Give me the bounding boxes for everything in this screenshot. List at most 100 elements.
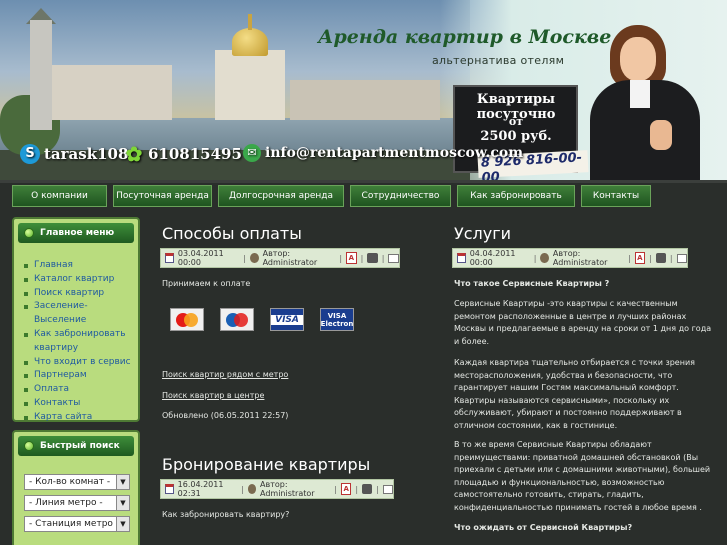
p3-line: конфиденциальностью принимать гостей в л… bbox=[454, 502, 702, 512]
skype-contact[interactable]: S tarask108 bbox=[20, 144, 128, 164]
visa-electron-visa: VISA bbox=[327, 311, 347, 320]
nav-daily-rent[interactable]: Посуточная аренда bbox=[113, 185, 212, 207]
thumbs-up-icon bbox=[650, 120, 672, 150]
article-author: Автор: Administrator bbox=[262, 249, 318, 267]
metro-station-select[interactable]: - Станиция метро - ▼ bbox=[24, 516, 130, 532]
woman-face bbox=[620, 37, 656, 81]
menu-item-search[interactable]: Поиск квартир bbox=[22, 287, 138, 301]
email-article-icon[interactable] bbox=[382, 484, 393, 494]
nav-how-to-book[interactable]: Как забронировать bbox=[457, 185, 575, 207]
sign-price: 2500 руб. bbox=[480, 129, 552, 144]
cathedral-dome bbox=[232, 28, 268, 56]
p2-line: месторасположения, удобства и безопаснос… bbox=[454, 370, 673, 380]
site-title: Аренда квартир в Москве bbox=[318, 26, 612, 48]
p3-line: самостоятельно готовить, стирать, гладит… bbox=[454, 490, 644, 499]
meta-separator: | bbox=[243, 253, 246, 263]
article-title-booking[interactable]: Бронирование квартиры bbox=[162, 455, 370, 474]
p3-line: приехали с детьми или с домашними животн… bbox=[454, 465, 711, 474]
menu-item-home[interactable]: Главная bbox=[22, 259, 138, 273]
calendar-icon bbox=[457, 253, 466, 263]
article-title-payment[interactable]: Способы оплаты bbox=[162, 224, 302, 243]
maestro-circles bbox=[226, 312, 248, 327]
site-subtitle: альтернатива отелям bbox=[432, 54, 565, 67]
menu-item-how-to-book[interactable]: Как забронировать квартиру bbox=[22, 328, 138, 356]
woman-collar bbox=[630, 80, 650, 108]
pdf-icon[interactable]: A bbox=[346, 252, 357, 264]
p3-line: площадью и функциональностью, возможност… bbox=[454, 477, 665, 487]
meta-separator: | bbox=[627, 253, 631, 263]
mastercard-logo bbox=[170, 308, 204, 331]
article-title-services[interactable]: Услуги bbox=[454, 224, 511, 243]
p2-line: Квартиры называются сервисными», посколь… bbox=[454, 395, 670, 405]
user-icon bbox=[247, 484, 256, 494]
menu-item-payment[interactable]: Оплата bbox=[22, 383, 138, 397]
quick-search-box: Быстрый поиск - Кол-во комнат - ▼ - Лини… bbox=[12, 430, 140, 545]
article-meta: 03.04.2011 00:00 | Автор: Administrator … bbox=[160, 248, 400, 268]
email-article-icon[interactable] bbox=[676, 253, 687, 263]
meta-separator: | bbox=[240, 484, 244, 494]
dropdown-arrow-icon: ▼ bbox=[116, 496, 129, 510]
services-paragraph-2: Каждая квартира тщательно отбирается с т… bbox=[454, 357, 695, 432]
email-address: info@rentapartmentmoscow.com bbox=[265, 145, 524, 161]
meta-separator: | bbox=[334, 484, 337, 494]
article-meta: 16.04.2011 02:31 | Автор: Administrator … bbox=[160, 479, 394, 499]
meta-separator: | bbox=[649, 253, 652, 263]
icq-contact[interactable]: ✿ 610815495 bbox=[124, 144, 242, 164]
p1-line: и более. bbox=[454, 336, 490, 346]
dropdown-arrow-icon: ▼ bbox=[116, 475, 129, 489]
user-icon bbox=[250, 253, 259, 263]
menu-item-partners[interactable]: Партнерам bbox=[22, 369, 138, 383]
skype-icon: S bbox=[20, 144, 40, 164]
metro-station-select-value: - Станиция метро - bbox=[29, 519, 120, 529]
main-menu-header: Главное меню bbox=[18, 223, 134, 243]
nav-about[interactable]: О компании bbox=[12, 185, 107, 207]
menu-item-checkin[interactable]: Заселение-Выселение bbox=[22, 300, 138, 328]
services-question-2: Что ожидать от Сервисной Квартиры? bbox=[454, 523, 633, 532]
meta-separator: | bbox=[381, 253, 385, 263]
nav-cooperation[interactable]: Сотрудничество bbox=[350, 185, 451, 207]
p3-line: В то же время Сервисные Квартиры обладаю… bbox=[454, 440, 652, 449]
visa-logo: VISA bbox=[270, 308, 304, 331]
rooms-select[interactable]: - Кол-во комнат - ▼ bbox=[24, 474, 130, 490]
nav-long-term-rent[interactable]: Долгосрочная аренда bbox=[218, 185, 344, 207]
meta-separator: | bbox=[533, 253, 537, 263]
building bbox=[290, 80, 440, 120]
article-author: Автор: Administrator bbox=[260, 480, 315, 498]
icq-flower-icon: ✿ bbox=[125, 142, 143, 166]
print-icon[interactable] bbox=[362, 484, 372, 494]
article-author: Автор: Administrator bbox=[552, 249, 608, 267]
tower bbox=[30, 20, 52, 130]
print-icon[interactable] bbox=[655, 253, 666, 263]
email-contact[interactable]: ✉ info@rentapartmentmoscow.com bbox=[243, 144, 523, 162]
link-center-search[interactable]: Поиск квартир в центре bbox=[162, 391, 264, 400]
p1-line: ремонтом расположенные в центре и лучших… bbox=[454, 311, 687, 321]
p2-line: обслуживают, убирают и постоянно поддерж… bbox=[454, 408, 682, 417]
menu-item-contacts[interactable]: Контакты bbox=[22, 397, 138, 411]
pdf-icon[interactable]: A bbox=[341, 483, 352, 495]
article-meta: 04.04.2011 00:00 | Автор: Administrator … bbox=[452, 248, 688, 268]
metro-line-select[interactable]: - Линия метро - ▼ bbox=[24, 495, 130, 511]
menu-item-service[interactable]: Что входит в сервис bbox=[22, 356, 138, 370]
p2-line: Каждая квартира тщательно отбирается с т… bbox=[454, 358, 695, 367]
services-paragraph-3: В то же время Сервисные Квартиры обладаю… bbox=[454, 439, 710, 514]
meta-separator: | bbox=[355, 484, 359, 494]
nav-contacts[interactable]: Контакты bbox=[581, 185, 651, 207]
menu-item-sitemap[interactable]: Карта сайта bbox=[22, 411, 138, 425]
main-menu-box: Главное меню Главная Каталог квартир Пои… bbox=[12, 217, 140, 422]
menu-item-catalog[interactable]: Каталог квартир bbox=[22, 273, 138, 287]
visa-electron-logo: VISA Electron bbox=[320, 308, 354, 331]
booking-intro: Как забронировать квартиру? bbox=[162, 510, 290, 519]
visa-strip: VISA bbox=[271, 314, 303, 325]
quick-search-title: Быстрый поиск bbox=[40, 441, 120, 451]
p1-line: Москвы и предлагаемые в аренду на сроки … bbox=[454, 324, 712, 333]
metro-line-select-value: - Линия метро - bbox=[29, 498, 103, 508]
visa-electron-text: Electron bbox=[320, 319, 354, 328]
pdf-icon[interactable]: A bbox=[634, 252, 646, 264]
link-metro-search[interactable]: Поиск квартир рядом с метро bbox=[162, 370, 288, 379]
article-date: 04.04.2011 00:00 bbox=[469, 249, 516, 267]
print-icon[interactable] bbox=[367, 253, 378, 263]
building bbox=[52, 65, 172, 120]
header-banner: Аренда квартир в Москве альтернатива оте… bbox=[0, 0, 727, 180]
calendar-icon bbox=[165, 484, 174, 494]
email-article-icon[interactable] bbox=[388, 253, 399, 263]
